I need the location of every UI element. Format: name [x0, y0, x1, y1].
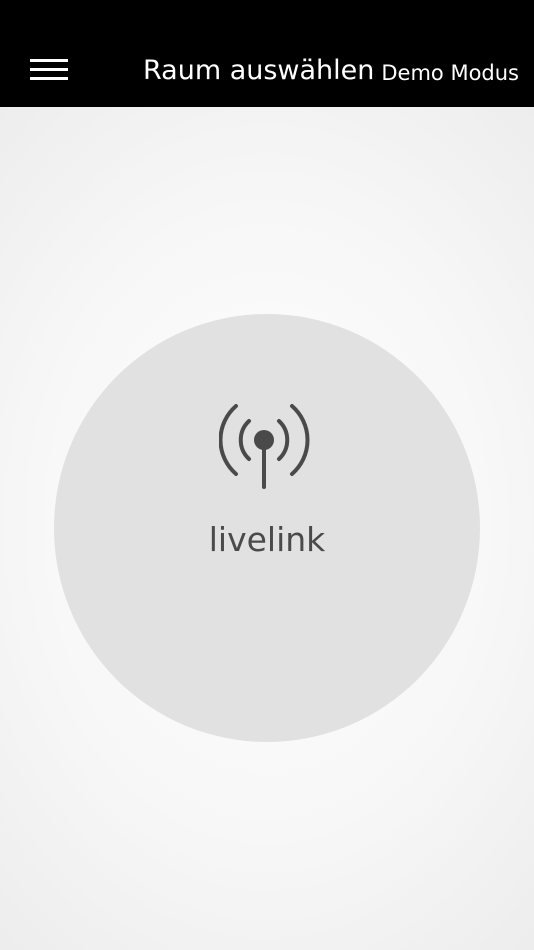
antenna-broadcast-icon	[219, 404, 310, 489]
room-label: livelink	[208, 520, 326, 559]
page-title: Raum auswählen	[143, 55, 375, 86]
demo-mode-button[interactable]: Demo Modus	[381, 58, 519, 88]
top-bar: Raum auswählen Demo Modus	[0, 0, 534, 107]
hamburger-menu-icon	[30, 59, 68, 80]
room-tile-livelink[interactable]: livelink	[54, 314, 480, 742]
menu-button[interactable]	[22, 48, 76, 92]
